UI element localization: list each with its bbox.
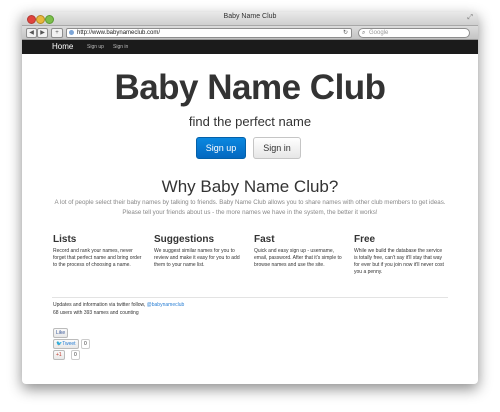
feature-title: Suggestions — [154, 234, 215, 245]
search-placeholder: Google — [369, 30, 389, 36]
feature-suggestions: Suggestions We suggest similar names for… — [154, 234, 246, 269]
nav-signin-link[interactable]: Sign in — [113, 43, 128, 51]
feature-text: While we build the database the service … — [354, 248, 444, 275]
facebook-like-label: Like — [56, 330, 66, 336]
search-icon: ⌕ — [362, 30, 366, 36]
hero-subtitle: find the perfect name — [188, 114, 312, 129]
updates-line: Updates and information via twitter foll… — [53, 302, 184, 309]
tweet-count: 0 — [81, 339, 90, 349]
back-button[interactable]: ◀ — [26, 28, 37, 38]
feature-title: Fast — [254, 234, 275, 245]
why-heading: Why Baby Name Club? — [161, 177, 339, 196]
browser-window: Baby Name Club ⤢ ◀ ▶ + http://www.babyna… — [22, 12, 478, 384]
feature-lists: Lists Record and rank your names, never … — [53, 234, 145, 269]
add-bookmark-button[interactable]: + — [51, 28, 63, 38]
google-plusone-button[interactable]: +1 — [53, 350, 65, 360]
window-title: Baby Name Club — [223, 13, 277, 20]
globe-icon — [69, 30, 74, 35]
plusone-count: 0 — [71, 350, 80, 360]
signin-button[interactable]: Sign in — [253, 137, 301, 159]
feature-fast: Fast Quick and easy sign up - username, … — [254, 234, 346, 269]
title-bar: Baby Name Club ⤢ — [22, 12, 478, 26]
why-description: A lot of people select their baby names … — [54, 199, 446, 216]
tweet-button[interactable]: 🐦Tweet — [53, 339, 79, 349]
feature-free: Free While we build the database the ser… — [354, 234, 446, 276]
reload-icon[interactable]: ↻ — [343, 29, 348, 37]
twitter-link[interactable]: @babynameclub — [147, 302, 185, 308]
fullscreen-icon[interactable]: ⤢ — [467, 14, 473, 22]
search-field[interactable]: ⌕ Google — [358, 28, 470, 38]
plusone-label: +1 — [56, 352, 62, 358]
feature-title: Lists — [53, 234, 77, 245]
signup-button[interactable]: Sign up — [196, 137, 246, 159]
section-divider — [52, 297, 448, 298]
feature-text: Quick and easy sign up - username, email… — [254, 248, 342, 268]
updates-text: Updates and information via twitter foll… — [53, 302, 147, 308]
user-count: 68 users with 393 names and counting — [53, 310, 139, 316]
facebook-like-button[interactable]: Like — [53, 328, 69, 338]
tweet-label: Tweet — [62, 341, 76, 347]
browser-toolbar: ◀ ▶ + http://www.babynameclub.com/ ↻ ⌕ G… — [22, 26, 478, 40]
site-navbar: Home Sign up Sign in — [22, 40, 478, 54]
nav-signup-link[interactable]: Sign up — [87, 43, 104, 51]
feature-text: We suggest similar names for you to revi… — [154, 248, 240, 268]
hero-title: Baby Name Club — [114, 68, 386, 107]
address-bar[interactable]: http://www.babynameclub.com/ ↻ — [66, 28, 352, 38]
address-text: http://www.babynameclub.com/ — [77, 30, 161, 36]
forward-button[interactable]: ▶ — [37, 28, 48, 38]
feature-text: Record and rank your names, never forget… — [53, 248, 142, 268]
feature-title: Free — [354, 234, 376, 245]
nav-home-link[interactable]: Home — [52, 42, 73, 52]
